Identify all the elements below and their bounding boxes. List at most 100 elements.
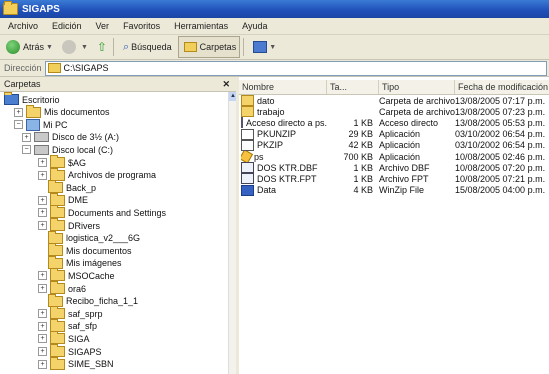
- tree-item[interactable]: Escritorio: [4, 92, 60, 105]
- file-name-text: DOS KTR.DBF: [257, 162, 318, 173]
- tree-item[interactable]: + Disco de 3½ (A:): [22, 132, 119, 143]
- menu-herramientas[interactable]: Herramientas: [174, 21, 228, 31]
- chevron-down-icon: ▼: [269, 43, 277, 51]
- expand-icon[interactable]: +: [22, 132, 31, 142]
- tree-item[interactable]: + $AG: [38, 155, 86, 168]
- file-modified-text: 13/08/2005 07:23 p.m.: [455, 106, 546, 117]
- file-row[interactable]: Acceso directo a ps.exe 1 KB Acceso direct…: [239, 117, 549, 129]
- tree-item[interactable]: Mis imágenes: [38, 255, 122, 269]
- collapse-icon[interactable]: −: [22, 145, 31, 155]
- file-row[interactable]: dato Carpeta de archivos 13/08/2005 07:17 …: [239, 95, 549, 106]
- column-name[interactable]: Nombre: [239, 80, 327, 94]
- up-folder-button[interactable]: ⇧: [94, 37, 110, 57]
- file-size: 1 KB: [327, 173, 377, 184]
- menu-edicion[interactable]: Edición: [52, 21, 82, 31]
- expand-icon[interactable]: +: [38, 221, 47, 230]
- application-icon: [241, 151, 254, 162]
- tree-item[interactable]: Recibo_ficha_1_1: [38, 293, 139, 307]
- tree-item[interactable]: + saf_sprp: [38, 306, 103, 320]
- menu-archivo[interactable]: Archivo: [8, 21, 38, 31]
- expand-icon[interactable]: +: [38, 334, 47, 344]
- application-icon: [241, 139, 254, 151]
- folder-icon: [48, 230, 63, 244]
- file-name: PKUNZIP: [241, 128, 327, 140]
- tree-item-label: Mis documentos: [66, 245, 132, 256]
- menu-ayuda[interactable]: Ayuda: [242, 21, 267, 31]
- column-modified[interactable]: Fecha de modificación: [455, 80, 549, 94]
- folder-icon: [50, 218, 65, 231]
- column-type[interactable]: Tipo: [379, 80, 455, 94]
- file-size-text: 1 KB: [353, 173, 373, 184]
- folder-icon: [48, 243, 63, 257]
- file-name: Data: [241, 184, 327, 196]
- tree-item[interactable]: + Mis documentos: [14, 104, 110, 118]
- file-icon: [241, 173, 254, 185]
- address-label: Dirección: [4, 63, 42, 73]
- expand-icon[interactable]: +: [38, 347, 47, 356]
- expand-icon[interactable]: +: [38, 359, 47, 369]
- expand-icon[interactable]: +: [38, 158, 47, 167]
- tree-item[interactable]: + ora6: [38, 281, 86, 294]
- folders-label: Carpetas: [199, 42, 237, 52]
- tree-item-label: SIME_SBN: [68, 359, 114, 370]
- expand-icon[interactable]: +: [38, 309, 47, 319]
- file-size-text: 29 KB: [348, 129, 373, 140]
- tree-item[interactable]: Back_p: [38, 180, 96, 194]
- tree-item[interactable]: + DRivers: [38, 218, 100, 231]
- search-button[interactable]: ⌕ Búsqueda: [120, 37, 175, 57]
- file-size: [327, 106, 377, 117]
- file-type-text: Aplicación: [379, 140, 421, 151]
- views-button[interactable]: ▼: [250, 37, 279, 57]
- file-size: 1 KB: [327, 117, 377, 128]
- computer-icon: [26, 118, 40, 131]
- file-row[interactable]: Data 4 KB WinZip File 15/08/2005 04:00 p.m.: [239, 184, 549, 196]
- tree-item[interactable]: − Mi PC: [14, 118, 68, 131]
- file-size: 1 KB: [327, 162, 377, 173]
- expand-icon[interactable]: +: [38, 321, 47, 331]
- tree-item[interactable]: + Archivos de programa: [38, 167, 156, 181]
- close-icon[interactable]: ✕: [222, 79, 230, 90]
- expand-icon[interactable]: +: [14, 107, 23, 117]
- back-button[interactable]: Atrás ▼: [3, 37, 56, 57]
- file-row[interactable]: DOS KTR.FPT 1 KB Archivo FPT 10/08/2005 07:…: [239, 173, 549, 185]
- tree-item-label: Recibo_ficha_1_1: [66, 296, 139, 307]
- file-modified: 15/08/2005 04:00 p.m.: [455, 185, 549, 196]
- tree-item[interactable]: + MSOCache: [38, 268, 115, 282]
- file-row[interactable]: DOS KTR.DBF 1 KB Archivo DBF 10/08/2005 07:…: [239, 162, 549, 174]
- tree-item[interactable]: + saf_sfp: [38, 318, 97, 332]
- tree-item[interactable]: + SIME_SBN: [38, 356, 114, 370]
- file-modified: 03/10/2002 06:54 p.m.: [455, 140, 549, 151]
- expand-icon[interactable]: +: [38, 170, 47, 180]
- folder-icon: [183, 42, 197, 52]
- expand-icon[interactable]: +: [38, 271, 47, 281]
- expand-icon[interactable]: +: [38, 195, 47, 205]
- expand-icon[interactable]: +: [38, 284, 47, 293]
- file-name-text: DOS KTR.FPT: [257, 173, 317, 184]
- collapse-icon[interactable]: −: [14, 120, 23, 130]
- tree-item[interactable]: Mis documentos: [38, 243, 132, 257]
- tree-item[interactable]: + Documents and Settings: [38, 205, 166, 219]
- file-type: Aplicación: [379, 151, 455, 162]
- address-input[interactable]: C:\SIGAPS: [44, 60, 547, 76]
- tree-item[interactable]: + SIGAPS: [38, 344, 102, 357]
- menu-favoritos[interactable]: Favoritos: [123, 21, 160, 31]
- file-row[interactable]: PKZIP 42 KB Aplicación 03/10/2002 06:54 p.m…: [239, 139, 549, 151]
- menu-ver[interactable]: Ver: [96, 21, 110, 31]
- expand-icon[interactable]: +: [38, 208, 47, 218]
- tree-item[interactable]: logistica_v2___6G: [38, 230, 140, 244]
- file-row[interactable]: ps 700 KB Aplicación 10/08/2005 02:46 p.m.: [239, 151, 549, 162]
- file-row[interactable]: PKUNZIP 29 KB Aplicación 03/10/2002 06:54 p…: [239, 128, 549, 140]
- folder-icon: [50, 331, 65, 345]
- file-row[interactable]: trabajo Carpeta de archivos 13/08/2005 07:…: [239, 106, 549, 118]
- folder-icon: [50, 344, 65, 357]
- folders-button[interactable]: Carpetas: [177, 36, 241, 58]
- forward-button[interactable]: ▼: [59, 37, 91, 57]
- tree-item-label: Mis imágenes: [66, 258, 122, 269]
- tree-item[interactable]: + DME: [38, 192, 88, 206]
- column-size[interactable]: Ta...: [327, 80, 379, 94]
- file-size: 42 KB: [327, 140, 377, 151]
- tree-item[interactable]: − Disco local (C:): [22, 144, 113, 155]
- file-modified: 10/08/2005 02:46 p.m.: [455, 151, 549, 162]
- tree-item-label: Mi PC: [43, 119, 68, 130]
- tree-item[interactable]: + SIGA: [38, 331, 90, 345]
